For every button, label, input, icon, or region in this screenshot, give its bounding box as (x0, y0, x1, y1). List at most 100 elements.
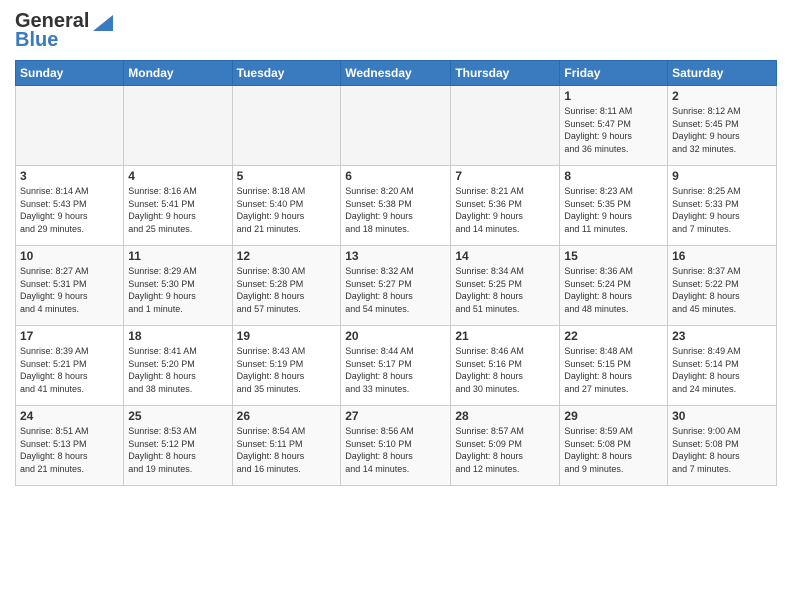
day-number: 29 (564, 409, 663, 423)
calendar-cell: 9Sunrise: 8:25 AM Sunset: 5:33 PM Daylig… (668, 166, 777, 246)
day-info: Sunrise: 8:11 AM Sunset: 5:47 PM Dayligh… (564, 105, 663, 155)
day-number: 18 (128, 329, 227, 343)
calendar-cell: 26 Sunrise: 8:54 AM Sunset: 5:11 PM Dayli… (232, 406, 341, 486)
weekday-header-row: SundayMondayTuesdayWednesdayThursdayFrid… (16, 61, 777, 86)
day-info: Sunrise: 8:37 AM Sunset: 5:22 PM Dayligh… (672, 265, 772, 315)
day-number: 27 (345, 409, 446, 423)
day-info: Sunrise: 8:21 AM Sunset: 5:36 PM Dayligh… (455, 185, 555, 235)
day-number: 5 (237, 169, 337, 183)
page-container: General Blue SundayMondayTuesdayWednesda… (0, 0, 792, 496)
calendar-table: SundayMondayTuesdayWednesdayThursdayFrid… (15, 60, 777, 486)
day-info: Sunrise: 8:54 AM Sunset: 5:11 PM Dayligh… (237, 425, 337, 475)
calendar-cell: 20 Sunrise: 8:44 AM Sunset: 5:17 PM Dayli… (341, 326, 451, 406)
calendar-cell: 11 Sunrise: 8:29 AM Sunset: 5:30 PM Dayli… (124, 246, 232, 326)
day-info: Sunrise: 8:36 AM Sunset: 5:24 PM Dayligh… (564, 265, 663, 315)
day-number: 10 (20, 249, 119, 263)
calendar-cell (124, 86, 232, 166)
day-info: Sunrise: 8:48 AM Sunset: 5:15 PM Dayligh… (564, 345, 663, 395)
day-info: Sunrise: 8:20 AM Sunset: 5:38 PM Dayligh… (345, 185, 446, 235)
day-number: 2 (672, 89, 772, 103)
logo-icon (91, 11, 113, 33)
day-number: 30 (672, 409, 772, 423)
day-number: 23 (672, 329, 772, 343)
day-info: Sunrise: 8:59 AM Sunset: 5:08 PM Dayligh… (564, 425, 663, 475)
calendar-cell: 29 Sunrise: 8:59 AM Sunset: 5:08 PM Dayli… (560, 406, 668, 486)
day-info: Sunrise: 8:49 AM Sunset: 5:14 PM Dayligh… (672, 345, 772, 395)
day-info: Sunrise: 8:39 AM Sunset: 5:21 PM Dayligh… (20, 345, 119, 395)
calendar-cell: 13 Sunrise: 8:32 AM Sunset: 5:27 PM Dayli… (341, 246, 451, 326)
calendar-cell: 16 Sunrise: 8:37 AM Sunset: 5:22 PM Dayli… (668, 246, 777, 326)
calendar-cell: 14 Sunrise: 8:34 AM Sunset: 5:25 PM Dayli… (451, 246, 560, 326)
calendar-week-4: 17 Sunrise: 8:39 AM Sunset: 5:21 PM Dayli… (16, 326, 777, 406)
calendar-cell: 23 Sunrise: 8:49 AM Sunset: 5:14 PM Dayli… (668, 326, 777, 406)
calendar-cell: 5 Sunrise: 8:18 AM Sunset: 5:40 PM Daylig… (232, 166, 341, 246)
day-number: 19 (237, 329, 337, 343)
logo: General Blue (15, 10, 113, 52)
calendar-cell: 18 Sunrise: 8:41 AM Sunset: 5:20 PM Dayli… (124, 326, 232, 406)
calendar-cell: 15 Sunrise: 8:36 AM Sunset: 5:24 PM Dayli… (560, 246, 668, 326)
day-number: 15 (564, 249, 663, 263)
calendar-week-1: 1 Sunrise: 8:11 AM Sunset: 5:47 PM Daylig… (16, 86, 777, 166)
calendar-cell: 3Sunrise: 8:14 AM Sunset: 5:43 PM Daylig… (16, 166, 124, 246)
day-number: 13 (345, 249, 446, 263)
header: General Blue (15, 10, 777, 52)
calendar-cell: 10 Sunrise: 8:27 AM Sunset: 5:31 PM Dayli… (16, 246, 124, 326)
calendar-cell: 17 Sunrise: 8:39 AM Sunset: 5:21 PM Dayli… (16, 326, 124, 406)
day-number: 4 (128, 169, 227, 183)
calendar-cell: 2Sunrise: 8:12 AM Sunset: 5:45 PM Daylig… (668, 86, 777, 166)
calendar-cell: 4 Sunrise: 8:16 AM Sunset: 5:41 PM Daylig… (124, 166, 232, 246)
calendar-cell (16, 86, 124, 166)
day-number: 1 (564, 89, 663, 103)
day-info: Sunrise: 8:32 AM Sunset: 5:27 PM Dayligh… (345, 265, 446, 315)
day-info: Sunrise: 8:57 AM Sunset: 5:09 PM Dayligh… (455, 425, 555, 475)
calendar-cell: 28 Sunrise: 8:57 AM Sunset: 5:09 PM Dayli… (451, 406, 560, 486)
day-number: 24 (20, 409, 119, 423)
day-number: 17 (20, 329, 119, 343)
calendar-cell: 1 Sunrise: 8:11 AM Sunset: 5:47 PM Daylig… (560, 86, 668, 166)
calendar-week-3: 10 Sunrise: 8:27 AM Sunset: 5:31 PM Dayli… (16, 246, 777, 326)
weekday-header-saturday: Saturday (668, 61, 777, 86)
day-info: Sunrise: 8:46 AM Sunset: 5:16 PM Dayligh… (455, 345, 555, 395)
day-info: Sunrise: 8:29 AM Sunset: 5:30 PM Dayligh… (128, 265, 227, 315)
calendar-week-5: 24 Sunrise: 8:51 AM Sunset: 5:13 PM Dayli… (16, 406, 777, 486)
weekday-header-wednesday: Wednesday (341, 61, 451, 86)
day-number: 28 (455, 409, 555, 423)
day-info: Sunrise: 8:23 AM Sunset: 5:35 PM Dayligh… (564, 185, 663, 235)
calendar-cell (232, 86, 341, 166)
weekday-header-monday: Monday (124, 61, 232, 86)
calendar-cell: 12 Sunrise: 8:30 AM Sunset: 5:28 PM Dayli… (232, 246, 341, 326)
calendar-cell: 7 Sunrise: 8:21 AM Sunset: 5:36 PM Daylig… (451, 166, 560, 246)
day-info: Sunrise: 9:00 AM Sunset: 5:08 PM Dayligh… (672, 425, 772, 475)
day-number: 11 (128, 249, 227, 263)
day-number: 14 (455, 249, 555, 263)
calendar-cell: 8Sunrise: 8:23 AM Sunset: 5:35 PM Daylig… (560, 166, 668, 246)
weekday-header-friday: Friday (560, 61, 668, 86)
day-info: Sunrise: 8:41 AM Sunset: 5:20 PM Dayligh… (128, 345, 227, 395)
day-number: 12 (237, 249, 337, 263)
day-number: 21 (455, 329, 555, 343)
calendar-cell: 30 Sunrise: 9:00 AM Sunset: 5:08 PM Dayli… (668, 406, 777, 486)
day-info: Sunrise: 8:16 AM Sunset: 5:41 PM Dayligh… (128, 185, 227, 235)
day-info: Sunrise: 8:44 AM Sunset: 5:17 PM Dayligh… (345, 345, 446, 395)
day-number: 20 (345, 329, 446, 343)
day-number: 16 (672, 249, 772, 263)
day-info: Sunrise: 8:27 AM Sunset: 5:31 PM Dayligh… (20, 265, 119, 315)
day-info: Sunrise: 8:30 AM Sunset: 5:28 PM Dayligh… (237, 265, 337, 315)
weekday-header-thursday: Thursday (451, 61, 560, 86)
calendar-cell: 22 Sunrise: 8:48 AM Sunset: 5:15 PM Dayli… (560, 326, 668, 406)
calendar-cell: 21 Sunrise: 8:46 AM Sunset: 5:16 PM Dayli… (451, 326, 560, 406)
day-number: 26 (237, 409, 337, 423)
day-info: Sunrise: 8:34 AM Sunset: 5:25 PM Dayligh… (455, 265, 555, 315)
calendar-cell: 24 Sunrise: 8:51 AM Sunset: 5:13 PM Dayli… (16, 406, 124, 486)
day-number: 22 (564, 329, 663, 343)
day-info: Sunrise: 8:14 AM Sunset: 5:43 PM Dayligh… (20, 185, 119, 235)
day-info: Sunrise: 8:53 AM Sunset: 5:12 PM Dayligh… (128, 425, 227, 475)
calendar-week-2: 3Sunrise: 8:14 AM Sunset: 5:43 PM Daylig… (16, 166, 777, 246)
day-info: Sunrise: 8:51 AM Sunset: 5:13 PM Dayligh… (20, 425, 119, 475)
weekday-header-sunday: Sunday (16, 61, 124, 86)
day-info: Sunrise: 8:18 AM Sunset: 5:40 PM Dayligh… (237, 185, 337, 235)
day-number: 7 (455, 169, 555, 183)
day-number: 6 (345, 169, 446, 183)
calendar-cell: 6 Sunrise: 8:20 AM Sunset: 5:38 PM Daylig… (341, 166, 451, 246)
day-number: 9 (672, 169, 772, 183)
